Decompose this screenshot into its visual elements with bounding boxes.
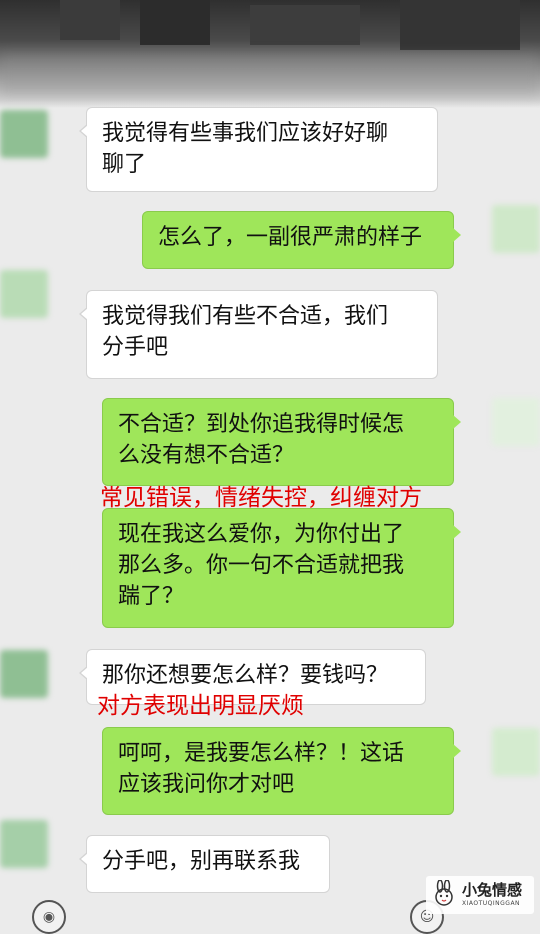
message-bubble-outgoing[interactable]: 呵呵，是我要怎么样？！这话 应该我问你才对吧	[102, 727, 461, 815]
my-avatar[interactable]	[492, 728, 540, 776]
my-avatar[interactable]	[492, 398, 540, 446]
watermark: 小兔情感 XIAOTUQINGGAN	[426, 876, 534, 914]
my-avatar[interactable]	[492, 205, 540, 253]
message-bubble-outgoing[interactable]: 现在我这么爱你，为你付出了 那么多。你一句不合适就把我 踹了？	[102, 508, 461, 628]
message-bubble-outgoing[interactable]: 不合适？到处你追我得时候怎 么没有想不合适？	[102, 398, 461, 486]
contact-avatar[interactable]	[0, 820, 48, 868]
watermark-subtitle: XIAOTUQINGGAN	[462, 900, 521, 907]
annotation-label: 常见错误，情绪失控，纠缠对方	[100, 485, 422, 511]
watermark-title: 小兔情感	[462, 881, 523, 899]
message-bubble-incoming[interactable]: 我觉得我们有些不合适，我们 分手吧	[79, 290, 438, 379]
blurred-header	[0, 0, 540, 108]
message-bubble-outgoing[interactable]: 怎么了，一副很严肃的样子	[142, 211, 461, 269]
contact-avatar[interactable]	[0, 110, 48, 158]
message-bubble-incoming[interactable]: 我觉得有些事我们应该好好聊 聊了	[79, 107, 438, 192]
contact-avatar[interactable]	[0, 650, 48, 698]
message-bubble-incoming[interactable]: 分手吧，别再联系我	[79, 835, 330, 893]
contact-avatar[interactable]	[0, 270, 48, 318]
voice-icon[interactable]: ◉	[32, 900, 66, 934]
annotation-label: 对方表现出明显厌烦	[97, 693, 304, 719]
rabbit-logo-icon	[435, 880, 453, 906]
